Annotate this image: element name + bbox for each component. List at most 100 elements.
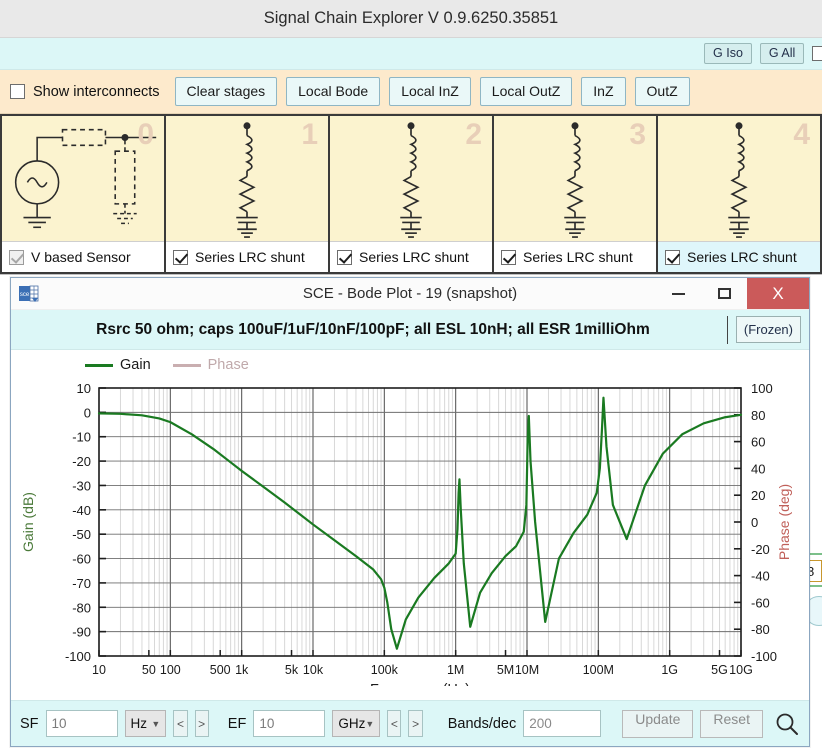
stage-card-row: 0 V based Sensor 1 Series LRC shunt 2 Se… [0, 114, 822, 275]
bode-caption-row: (Frozen) [11, 310, 809, 350]
legend-label-phase: Phase [207, 357, 249, 373]
stage-schematic-4: 4 [658, 116, 820, 241]
local-outz-button[interactable]: Local OutZ [479, 77, 573, 106]
maximize-button[interactable] [701, 278, 747, 309]
g-all-button[interactable]: G All [759, 42, 805, 65]
inz-button[interactable]: InZ [581, 77, 626, 106]
svg-text:100M: 100M [583, 663, 614, 677]
caption-input[interactable] [19, 315, 728, 344]
stage-enable-checkbox-2[interactable] [337, 249, 352, 265]
bode-plot-svg: 100-10-20-30-40-50-60-70-80-90-100100806… [20, 381, 792, 686]
svg-text:20: 20 [751, 488, 765, 503]
stage-card-0[interactable]: 0 V based Sensor [0, 114, 166, 274]
svg-text:5G: 5G [711, 663, 728, 677]
svg-text:10M: 10M [515, 663, 539, 677]
clear-stages-button[interactable]: Clear stages [174, 77, 278, 106]
svg-text:-100: -100 [751, 649, 777, 664]
show-interconnects-checkbox[interactable] [10, 84, 25, 99]
maximize-icon [717, 288, 731, 299]
bode-bottom-toolbar: SF Hz ▼ < > EF GHz ▼ < > Bands/dec Updat… [11, 700, 809, 746]
svg-text:-20: -20 [751, 542, 770, 557]
bands-per-decade-label: Bands/dec [447, 715, 517, 732]
svg-text:-40: -40 [751, 569, 770, 584]
stage-index-3: 3 [629, 118, 646, 151]
g-iso-button[interactable]: G Iso [704, 42, 752, 65]
svg-text:100: 100 [160, 663, 181, 677]
plot-legend: Gain Phase [11, 350, 809, 376]
svg-text:-90: -90 [72, 625, 91, 640]
close-button[interactable]: X [747, 278, 809, 309]
start-freq-unit-value: Hz [130, 716, 148, 731]
start-freq-input[interactable] [45, 710, 118, 737]
update-button[interactable]: Update [622, 709, 694, 738]
stage-card-2[interactable]: 2 Series LRC shunt [330, 114, 494, 274]
legend-item-phase[interactable]: Phase [172, 357, 249, 373]
stage-footer-3[interactable]: Series LRC shunt [494, 241, 656, 272]
stage-index-4: 4 [793, 118, 810, 151]
stage-schematic-1: 1 [166, 116, 328, 241]
chevron-down-icon: ▼ [365, 718, 375, 729]
svg-text:-20: -20 [72, 454, 91, 469]
svg-text:0: 0 [751, 515, 758, 530]
end-freq-dec-button[interactable]: < [387, 710, 402, 737]
stage-footer-1[interactable]: Series LRC shunt [166, 241, 328, 272]
end-freq-input[interactable] [253, 710, 326, 737]
stage-index-2: 2 [465, 118, 482, 151]
svg-text:5k: 5k [285, 663, 299, 677]
stage-footer-0[interactable]: V based Sensor [2, 241, 164, 272]
start-freq-inc-button[interactable]: > [194, 710, 209, 737]
end-freq-unit-value: GHz [338, 716, 366, 731]
stage-card-4[interactable]: 4 Series LRC shunt [658, 114, 822, 274]
stage-enable-checkbox-0[interactable] [9, 249, 24, 265]
stage-footer-4[interactable]: Series LRC shunt [658, 241, 820, 272]
start-freq-dec-button[interactable]: < [173, 710, 188, 737]
stage-schematic-0: 0 [2, 116, 164, 241]
global-plot-bar: G Iso G All G [0, 38, 822, 70]
minimize-icon [671, 292, 685, 295]
svg-text:5M: 5M [497, 663, 514, 677]
svg-text:-50: -50 [72, 527, 91, 542]
show-interconnects-label: Show interconnects [33, 83, 160, 100]
stage-toolbar: Show interconnects Clear stages Local Bo… [0, 70, 822, 114]
bode-plot-window: sce SCE - Bode Plot - 19 (snapshot) X (F… [10, 277, 810, 747]
g-checkbox-group[interactable]: G [812, 45, 822, 62]
g-checkbox[interactable] [812, 46, 822, 61]
stage-enable-checkbox-3[interactable] [501, 249, 516, 265]
legend-label-gain: Gain [120, 357, 151, 373]
svg-text:50: 50 [142, 663, 156, 677]
svg-text:1G: 1G [661, 663, 678, 677]
show-interconnects-group[interactable]: Show interconnects [10, 84, 160, 100]
svg-text:-10: -10 [72, 430, 91, 445]
close-icon: X [772, 284, 784, 303]
svg-text:60: 60 [751, 435, 765, 450]
bode-plot-canvas[interactable]: 10 0 -10 -20 -30 -40 -50 -60 -70 -80 -90 -100 100 80 6… [11, 376, 809, 700]
end-freq-inc-button[interactable]: > [408, 710, 423, 737]
svg-text:-100: -100 [65, 649, 91, 664]
minimize-button[interactable] [655, 278, 701, 309]
end-freq-label: EF [227, 715, 247, 732]
svg-text:10k: 10k [303, 663, 324, 677]
svg-text:Gain (dB): Gain (dB) [20, 492, 36, 552]
frozen-button[interactable]: (Frozen) [735, 316, 801, 343]
end-freq-unit-select[interactable]: GHz ▼ [332, 710, 381, 737]
stage-label-1: Series LRC shunt [195, 249, 305, 265]
reset-button[interactable]: Reset [700, 709, 763, 738]
svg-text:100: 100 [751, 381, 773, 396]
local-inz-button[interactable]: Local InZ [389, 77, 471, 106]
stage-card-3[interactable]: 3 Series LRC shunt [494, 114, 658, 274]
outz-button[interactable]: OutZ [634, 77, 690, 106]
bands-per-decade-input[interactable] [523, 710, 602, 737]
stage-card-1[interactable]: 1 Series LRC shunt [166, 114, 330, 274]
start-freq-label: SF [20, 715, 39, 732]
magnifier-icon[interactable] [774, 711, 800, 737]
stage-enable-checkbox-1[interactable] [173, 249, 188, 265]
legend-item-gain[interactable]: Gain [85, 357, 151, 373]
local-bode-button[interactable]: Local Bode [286, 77, 381, 106]
stage-enable-checkbox-4[interactable] [665, 249, 680, 265]
svg-text:-80: -80 [72, 600, 91, 615]
start-freq-unit-select[interactable]: Hz ▼ [124, 710, 167, 737]
stage-footer-2[interactable]: Series LRC shunt [330, 241, 492, 272]
stage-label-3: Series LRC shunt [523, 249, 633, 265]
bode-titlebar[interactable]: sce SCE - Bode Plot - 19 (snapshot) X [11, 278, 809, 310]
stage-schematic-2: 2 [330, 116, 492, 241]
